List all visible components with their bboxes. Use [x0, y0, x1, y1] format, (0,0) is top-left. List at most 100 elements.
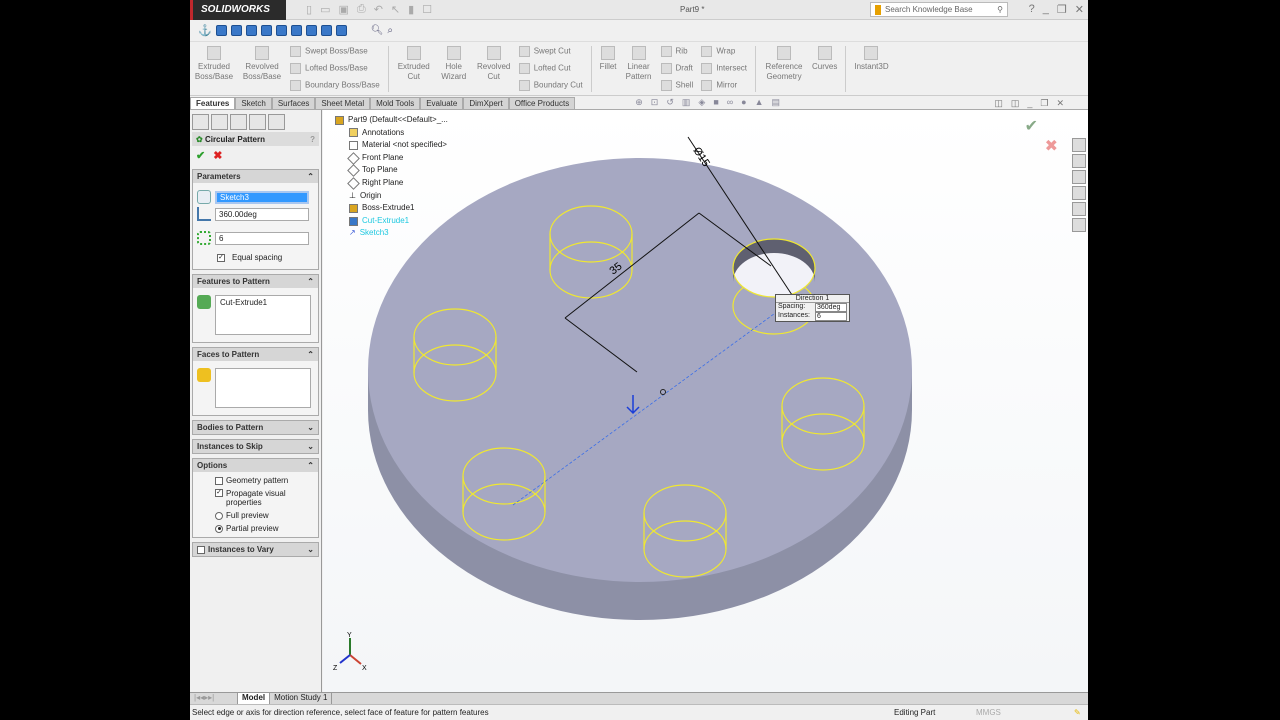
- callout-instances-field[interactable]: 6: [815, 312, 847, 321]
- equal-spacing-checkbox[interactable]: ✓ Equal spacing: [217, 253, 314, 262]
- instances-field[interactable]: 6: [215, 231, 309, 245]
- mirror-button[interactable]: Mirror: [701, 80, 747, 91]
- wrap-button[interactable]: Wrap: [701, 46, 747, 57]
- view-iso-icon[interactable]: [305, 25, 317, 36]
- lofted-boss-button[interactable]: Lofted Boss/Base: [290, 63, 380, 74]
- hole-wizard-button[interactable]: Hole Wizard: [435, 46, 473, 82]
- swept-cut-button[interactable]: Swept Cut: [519, 46, 583, 57]
- tree-root[interactable]: Part9 (Default<<Default>_...: [335, 114, 448, 127]
- property-manager-tab[interactable]: [211, 114, 228, 130]
- tab-dimxpert[interactable]: DimXpert: [463, 97, 509, 109]
- anchor-icon[interactable]: ⚓: [198, 24, 212, 37]
- zoom-area-icon[interactable]: ⌕: [387, 25, 393, 36]
- display-style-icon[interactable]: ■: [713, 97, 718, 108]
- fillet-button[interactable]: Fillet: [596, 46, 621, 72]
- tile-icon[interactable]: ◫: [994, 98, 1003, 109]
- view-palette-icon[interactable]: [1072, 186, 1086, 200]
- open-icon[interactable]: ▭: [320, 3, 330, 16]
- tab-features[interactable]: Features: [190, 97, 236, 109]
- instances-to-vary-checkbox[interactable]: [197, 545, 205, 554]
- linear-pattern-button[interactable]: Linear Pattern: [621, 46, 657, 82]
- shell-button[interactable]: Shell: [661, 80, 694, 91]
- features-list[interactable]: Cut-Extrude1: [215, 295, 311, 335]
- tab-model[interactable]: Model: [238, 693, 271, 704]
- expand-icon[interactable]: ⌄: [307, 442, 314, 451]
- view-dimetric-icon[interactable]: [335, 25, 347, 36]
- boundary-boss-button[interactable]: Boundary Boss/Base: [290, 80, 380, 91]
- parameters-header[interactable]: Parameters ⌃: [193, 170, 318, 183]
- view-right-icon[interactable]: [260, 25, 272, 36]
- ok-check-icon[interactable]: ✔: [196, 149, 205, 162]
- pattern-axis-field[interactable]: Sketch3: [215, 190, 309, 204]
- appearance-icon[interactable]: ●: [741, 97, 746, 108]
- bodies-to-pattern-group[interactable]: Bodies to Pattern ⌄: [192, 420, 319, 435]
- tab-scroll-arrows[interactable]: |◂◂▸▸|: [190, 693, 238, 704]
- tab-mold-tools[interactable]: Mold Tools: [370, 97, 421, 109]
- propagate-visual-checkbox[interactable]: ✓ Propagate visual properties: [215, 489, 318, 507]
- extruded-boss-button[interactable]: Extruded Boss/Base: [190, 46, 238, 82]
- configuration-manager-tab[interactable]: [230, 114, 247, 130]
- view-back-icon[interactable]: [230, 25, 242, 36]
- previous-view-icon[interactable]: ↺: [666, 97, 674, 108]
- hide-show-icon[interactable]: ∞: [727, 97, 733, 108]
- instances-to-skip-group[interactable]: Instances to Skip ⌄: [192, 439, 319, 454]
- instant3d-button[interactable]: Instant3D: [850, 46, 892, 72]
- minimize-button[interactable]: _: [1043, 3, 1049, 16]
- callout-spacing-field[interactable]: 360deg: [815, 303, 847, 312]
- print-icon[interactable]: ⎙: [357, 3, 366, 16]
- view-left-icon[interactable]: [245, 25, 257, 36]
- revolved-boss-button[interactable]: Revolved Boss/Base: [238, 46, 286, 82]
- view-orientation-icon[interactable]: ◈: [698, 97, 705, 108]
- view-top-icon[interactable]: [275, 25, 287, 36]
- zoom-fit-icon[interactable]: 🔍︎: [371, 25, 384, 36]
- swept-boss-button[interactable]: Swept Boss/Base: [290, 46, 380, 57]
- dimxpert-manager-tab[interactable]: [249, 114, 266, 130]
- save-icon[interactable]: ▣: [338, 3, 348, 16]
- restore-doc-button[interactable]: ❐: [1040, 98, 1048, 109]
- partial-preview-radio[interactable]: Partial preview: [215, 524, 318, 533]
- rib-button[interactable]: Rib: [661, 46, 694, 57]
- solidworks-logo[interactable]: SOLIDWORKS: [190, 0, 286, 20]
- draft-button[interactable]: Draft: [661, 63, 694, 74]
- tab-motion-study[interactable]: Motion Study 1: [270, 693, 333, 704]
- extruded-cut-button[interactable]: Extruded Cut: [393, 46, 435, 82]
- tab-sheet-metal[interactable]: Sheet Metal: [315, 97, 371, 109]
- revolved-cut-button[interactable]: Revolved Cut: [473, 46, 515, 82]
- confirm-cancel-icon[interactable]: ✖: [1045, 136, 1058, 156]
- select-icon[interactable]: ↖: [391, 3, 400, 16]
- graphics-area[interactable]: 35 Ø15 Y X Z Part9 (Default<<Default>_..…: [323, 98, 1088, 692]
- collapse-icon[interactable]: ⌃: [307, 277, 314, 286]
- view-trimetric-icon[interactable]: [320, 25, 332, 36]
- section-view-icon[interactable]: ▥: [682, 97, 691, 108]
- custom-properties-icon[interactable]: [1072, 218, 1086, 232]
- tree-item-origin[interactable]: ⊥ Origin: [349, 190, 448, 203]
- instances-to-vary-group[interactable]: Instances to Vary ⌄: [192, 542, 319, 557]
- view-settings-icon[interactable]: ▤: [772, 97, 781, 108]
- tree-item-boss-extrude1[interactable]: Boss-Extrude1: [349, 202, 448, 215]
- options-icon[interactable]: ☐: [422, 3, 432, 16]
- minimize-doc-button[interactable]: _: [1027, 98, 1032, 109]
- collapse-icon[interactable]: ⌃: [307, 350, 314, 359]
- confirm-ok-icon[interactable]: ✔: [1025, 116, 1038, 136]
- expand-icon[interactable]: ⌄: [307, 423, 314, 432]
- undo-icon[interactable]: ↶: [374, 3, 383, 16]
- file-explorer-icon[interactable]: [1072, 170, 1086, 184]
- tab-surfaces[interactable]: Surfaces: [271, 97, 316, 109]
- angle-field[interactable]: 360.00deg: [215, 207, 309, 221]
- resources-icon[interactable]: [1072, 138, 1086, 152]
- rebuild-status-icon[interactable]: ✎: [1074, 708, 1081, 717]
- expand-icon[interactable]: ⌄: [307, 545, 314, 554]
- tree-item-front-plane[interactable]: Front Plane: [347, 151, 448, 165]
- search-knowledge-base[interactable]: Search Knowledge Base ⚲: [870, 2, 1008, 17]
- features-header[interactable]: Features to Pattern ⌃: [193, 275, 318, 288]
- list-item[interactable]: Cut-Extrude1: [220, 298, 267, 307]
- lofted-cut-button[interactable]: Lofted Cut: [519, 63, 583, 74]
- close-doc-button[interactable]: ✕: [1056, 98, 1064, 109]
- options-header[interactable]: Options ⌃: [193, 459, 318, 472]
- tree-item-cut-extrude1[interactable]: Cut-Extrude1: [349, 215, 448, 228]
- close-button[interactable]: ✕: [1075, 3, 1084, 16]
- view-bottom-icon[interactable]: [290, 25, 302, 36]
- new-icon[interactable]: ▯: [306, 3, 312, 16]
- tab-evaluate[interactable]: Evaluate: [420, 97, 464, 109]
- tree-item-right-plane[interactable]: Right Plane: [347, 176, 448, 190]
